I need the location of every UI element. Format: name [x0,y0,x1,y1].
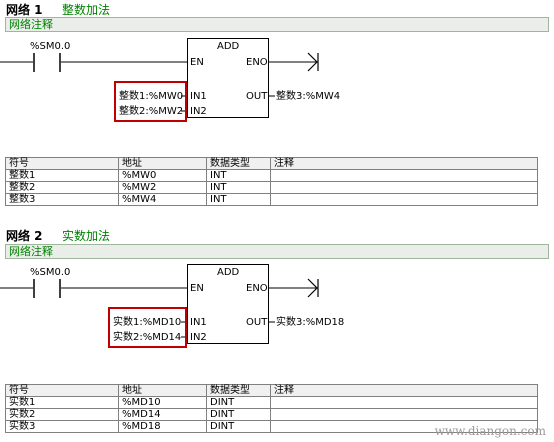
network-2-block-name: ADD [217,267,240,278]
header-comment: 注释 [270,384,538,397]
cell-address[interactable]: %MD14 [118,408,207,421]
header-address: 地址 [118,384,207,397]
network-2-ladder-wires [0,278,319,338]
cell-symbol[interactable]: 实数2 [5,408,119,421]
table-row[interactable]: 实数1 %MD10 DINT [5,396,538,409]
cell-datatype[interactable]: DINT [206,408,271,421]
cell-address[interactable]: %MD10 [118,396,207,409]
table-header-row: 符号 地址 数据类型 注释 [5,384,538,397]
network-2-contact-label: %SM0.0 [30,267,71,278]
network-2-out-operand[interactable]: 实数3:%MD18 [276,317,344,329]
cell-comment[interactable] [270,408,538,421]
network-2-operand-highlight [108,307,187,348]
watermark-text: www.diangon.com [434,424,546,438]
network-2-in1-pin: IN1 [190,317,207,328]
header-symbol: 符号 [5,384,119,397]
cell-symbol[interactable]: 实数1 [5,396,119,409]
network-2-en-pin: EN [190,283,204,294]
cell-comment[interactable] [270,396,538,409]
network-2-eno-pin: ENO [246,283,268,294]
header-datatype: 数据类型 [206,384,271,397]
cell-symbol[interactable]: 实数3 [5,420,119,433]
table-row[interactable]: 实数2 %MD14 DINT [5,408,538,421]
cell-datatype[interactable]: DINT [206,420,271,433]
cell-datatype[interactable]: DINT [206,396,271,409]
network-2-out-pin: OUT [246,317,268,328]
cell-address[interactable]: %MD18 [118,420,207,433]
network-2-in2-pin: IN2 [190,332,207,343]
